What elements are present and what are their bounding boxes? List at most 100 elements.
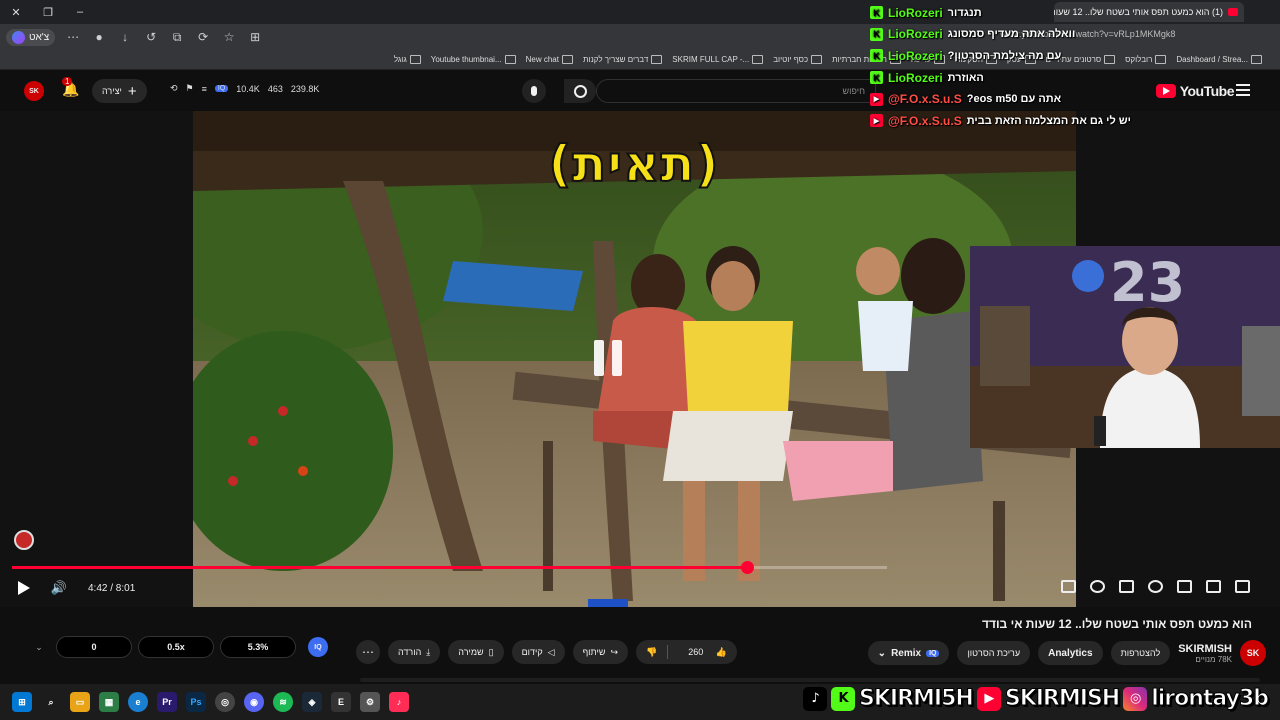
fullscreen-icon[interactable] (1235, 580, 1250, 593)
epic-games-icon[interactable]: E (331, 692, 351, 712)
save-button[interactable]: שמירה ▯ (448, 640, 504, 664)
kick-icon: K (870, 49, 883, 63)
file-explorer-icon[interactable]: ▭ (70, 692, 90, 712)
iq-badge-icon[interactable]: IQ (308, 637, 328, 657)
tiktok-icon: ♪ (803, 686, 828, 711)
close-window-icon[interactable]: ✕ (0, 6, 32, 19)
tiktok-app-icon[interactable]: ♪ (389, 692, 409, 712)
like-button[interactable]: 260 👍 (668, 647, 737, 658)
bookmark-item[interactable]: דברים שצריך לקנות (583, 55, 662, 64)
cast-icon[interactable] (1206, 580, 1221, 593)
stream-chat-overlay: K LioRozeri תנגדור K LioRozeri וואלה אתה… (870, 2, 1280, 132)
video-frame[interactable]: (תאית) (193, 111, 1076, 607)
account-icon[interactable]: ● (91, 30, 107, 44)
bookmark-item[interactable]: גוגל (394, 55, 421, 64)
horizontal-scrollbar[interactable] (360, 678, 1260, 682)
progress-bar[interactable] (12, 561, 887, 574)
pause-icon[interactable] (594, 340, 624, 376)
photoshop-icon[interactable]: Ps (186, 692, 206, 712)
speed-field[interactable]: 0.5x (138, 636, 214, 658)
subtitles-icon[interactable] (1119, 580, 1134, 593)
channel-avatar[interactable]: SK (1240, 640, 1266, 666)
download-button[interactable]: הורדה ⤓ (388, 640, 441, 664)
more-actions-icon[interactable]: ⋯ (356, 640, 380, 664)
windows-start-icon[interactable]: ⊞ (12, 692, 32, 712)
search-button[interactable] (564, 79, 596, 103)
iq-icon: IQ (926, 649, 940, 657)
kick-icon: K (870, 71, 883, 85)
history-icon[interactable]: ↺ (143, 30, 159, 44)
promote-button[interactable]: קידום ◁ (511, 640, 565, 664)
restore-window-icon[interactable]: ❐ (32, 6, 64, 19)
speed-field[interactable]: 5.3% (220, 636, 296, 658)
social-handle: SKIRMI5H (859, 686, 975, 712)
downloads-icon[interactable]: ↓ (117, 30, 133, 44)
speed-extension-panel: ⌄ 0 0.5x 5.3% IQ (28, 634, 348, 660)
bookmark-item[interactable]: SKRIM FULL CAP -... (672, 55, 763, 64)
notification-badge: 1 (62, 77, 73, 86)
iq-extension-icon[interactable] (1061, 580, 1076, 593)
social-handles-overlay: ♪ K SKIRMI5H ▶ SKIRMISH ◎ lirontay3b (803, 686, 1269, 712)
download-icon: ⤓ (426, 646, 431, 657)
webcam-scene: 23 (970, 246, 1280, 448)
list-icon[interactable]: ≡ (202, 84, 207, 94)
bookmark-item[interactable]: New chat (526, 55, 573, 64)
player-right-controls (1061, 580, 1250, 593)
minimize-window-icon[interactable]: – (64, 6, 96, 18)
chat-text: יש לי גם את המצלמה הזאת בבית (966, 114, 1131, 127)
speed-field[interactable]: 0 (56, 636, 132, 658)
autoplay-toggle-icon[interactable] (1090, 580, 1105, 593)
channel-name[interactable]: SKIRMISH (1178, 643, 1232, 655)
voice-search-button[interactable] (522, 79, 546, 103)
account-avatar[interactable]: SK (24, 81, 44, 101)
sync-icon[interactable]: ⟳ (195, 30, 211, 44)
volume-icon[interactable]: 🔊 (50, 579, 68, 597)
extensions-icon[interactable]: ⧉ (169, 30, 185, 45)
share-button[interactable]: שיתוף ↪ (572, 640, 629, 664)
notifications-bell-icon[interactable]: 🔔 1 (62, 77, 79, 98)
edit-video-button[interactable]: עריכת הסרטון (957, 641, 1031, 665)
store-icon[interactable]: ▦ (99, 692, 119, 712)
edge-browser-icon[interactable]: e (128, 692, 148, 712)
chat-username: LioRozeri (888, 70, 943, 85)
join-button[interactable]: להצטרפות (1110, 641, 1171, 665)
dislike-icon[interactable]: 👎 (636, 647, 667, 658)
search-icon[interactable]: ⌕ (41, 692, 61, 712)
kick-icon: K (870, 27, 883, 41)
collapse-chevron-icon[interactable]: ⌄ (28, 642, 50, 653)
plus-icon: + (127, 82, 137, 100)
chat-text: אתה עם eos m50? (966, 93, 1062, 106)
obs-icon[interactable]: ◎ (215, 692, 235, 712)
share-label: שיתוף (582, 647, 606, 657)
chat-username: @F.O.x.S.u.S (888, 92, 962, 107)
channel-watermark[interactable] (14, 530, 34, 550)
bookmark-item[interactable]: כסף יוטיוב (773, 55, 822, 64)
youtube-icon: ▶ (870, 114, 883, 128)
favorites-icon[interactable]: ☆ (221, 30, 237, 44)
settings-gear-icon[interactable] (1148, 580, 1163, 593)
remix-button[interactable]: ⌄ Remix IQ (867, 641, 950, 665)
extension-icon[interactable]: ⟲ (170, 83, 178, 94)
trophy-icon: ⚑ (185, 83, 194, 93)
chat-text: האוזרת (947, 71, 984, 84)
youtube-icon: ▶ (976, 686, 1001, 711)
miniplayer-icon[interactable] (1177, 580, 1192, 593)
create-button[interactable]: יצירה + (92, 79, 147, 103)
video-caption: (תאית) (548, 135, 719, 193)
search-input[interactable]: חיפוש (596, 79, 876, 103)
chat-username: LioRozeri (888, 5, 943, 20)
channel-info[interactable]: SKIRMISH 78K מנויים (1178, 643, 1232, 664)
analytics-button[interactable]: Analytics (1038, 641, 1103, 665)
spotify-icon[interactable]: ≋ (273, 692, 293, 712)
settings-icon[interactable]: ⚙ (360, 692, 380, 712)
profile-button[interactable]: צ'אט (6, 28, 56, 46)
play-button[interactable] (16, 579, 32, 597)
premiere-pro-icon[interactable]: Pr (157, 692, 177, 712)
steam-icon[interactable]: ◈ (302, 692, 322, 712)
menu-dots-icon[interactable]: ⋯ (65, 30, 81, 44)
progress-scrubber[interactable] (741, 561, 754, 574)
discord-icon[interactable]: ◉ (244, 692, 264, 712)
bookmark-item[interactable]: Youtube thumbnai... (431, 55, 516, 64)
collections-icon[interactable]: ⊞ (247, 30, 263, 44)
iq-icon[interactable]: IQ (214, 85, 229, 92)
